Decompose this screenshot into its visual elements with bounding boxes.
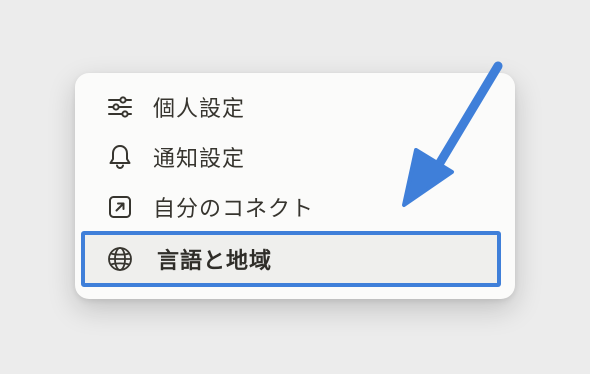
menu-item-label: 個人設定 — [153, 97, 246, 122]
bell-icon — [106, 143, 134, 171]
external-link-icon — [106, 193, 134, 221]
sliders-icon — [106, 93, 134, 121]
menu-item-label: 自分のコネクト — [153, 197, 315, 222]
menu-item-personal-settings[interactable]: 個人設定 — [75, 82, 515, 132]
menu-item-label: 言語と地域 — [157, 249, 273, 274]
screenshot-stage: 個人設定 通知設定 自分のコネクト 言語と地域 — [0, 0, 590, 374]
menu-item-label: 通知設定 — [153, 147, 246, 172]
settings-dropdown-menu: 個人設定 通知設定 自分のコネクト 言語と地域 — [75, 73, 515, 299]
menu-item-notification-settings[interactable]: 通知設定 — [75, 132, 515, 182]
menu-item-language-region[interactable]: 言語と地域 — [81, 231, 501, 287]
menu-item-my-connections[interactable]: 自分のコネクト — [75, 182, 515, 232]
globe-icon — [106, 245, 134, 273]
